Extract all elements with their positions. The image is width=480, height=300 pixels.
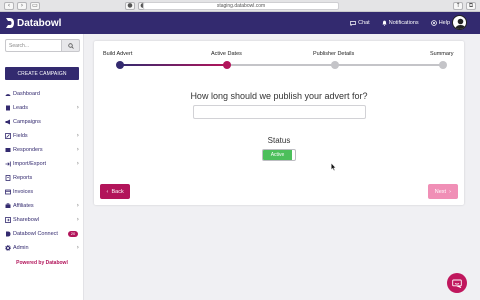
tabs-icon[interactable]: ⧉	[466, 2, 476, 10]
search-button[interactable]	[62, 39, 80, 52]
status-toggle-label: Active	[263, 150, 292, 160]
step-dot-build-advert[interactable]	[116, 61, 124, 69]
support-chat-button[interactable]	[447, 273, 467, 293]
sidebar-item-responders[interactable]: Responders ›	[0, 143, 84, 157]
campaigns-icon	[5, 119, 11, 125]
help-label: Help	[438, 20, 450, 26]
responders-icon	[5, 147, 11, 153]
chevron-right-icon: ›	[76, 244, 79, 251]
sidebar-item-sharebowl[interactable]: Sharebowl ›	[0, 213, 84, 227]
avatar[interactable]	[452, 15, 467, 30]
fields-icon	[5, 133, 11, 139]
powered-by-link[interactable]: Powered by Databowl	[0, 260, 84, 266]
sidebar-search	[5, 39, 80, 52]
search-icon	[67, 42, 74, 49]
notifications-link[interactable]: Notifications	[382, 20, 419, 26]
chevron-right-icon: ›	[449, 188, 452, 195]
advert-wizard-card: Build Advert Active Dates Publisher Deta…	[94, 41, 464, 205]
top-bar: Databowl Chat Notifications Help	[0, 12, 480, 34]
step-label-build-advert[interactable]: Build Advert	[103, 51, 132, 57]
help-icon	[430, 20, 437, 26]
sidebar-item-admin[interactable]: Admin ›	[0, 241, 84, 255]
chevron-right-icon: ›	[76, 146, 79, 153]
chevron-right-icon: ›	[76, 160, 79, 167]
mouse-cursor-icon	[331, 163, 336, 171]
sidebar-item-label: Responders	[13, 147, 43, 153]
back-nav-icon[interactable]: ‹	[4, 1, 14, 10]
sidebar-item-label: Databowl Connect	[13, 231, 58, 237]
back-button[interactable]: ‹ Back	[100, 184, 130, 199]
browser-toolbar: ‹ › ▭ ● ◐ staging.databowl.com ↑ ⧉	[0, 0, 480, 12]
brand-logo[interactable]: Databowl	[6, 18, 61, 29]
sidebar-item-label: Affiliates	[13, 203, 34, 209]
sidebar-item-label: Invoices	[13, 189, 34, 195]
chevron-right-icon: ›	[76, 132, 79, 139]
status-label: Status	[267, 136, 291, 145]
sidebar-item-databowl-connect[interactable]: Databowl Connect 20	[0, 227, 84, 241]
sidebar-nav: Dashboard Leads › Campaigns Fields › Res…	[0, 87, 84, 255]
chat-icon	[350, 20, 356, 26]
chevron-left-icon: ‹	[106, 188, 109, 195]
reports-icon	[5, 175, 11, 181]
logo-icon	[6, 18, 14, 28]
connect-icon	[5, 231, 11, 237]
sidebar-item-label: Leads	[13, 105, 28, 111]
sidebar: CREATE CAMPAIGN Dashboard Leads › Campai…	[0, 34, 84, 300]
create-campaign-button[interactable]: CREATE CAMPAIGN	[5, 67, 79, 80]
admin-icon	[5, 245, 11, 251]
step-label-active-dates[interactable]: Active Dates	[211, 51, 242, 57]
leads-icon	[5, 105, 11, 111]
step-label-publisher-details[interactable]: Publisher Details	[313, 51, 354, 57]
sharebowl-icon	[5, 217, 11, 223]
sidebar-toggle-icon[interactable]: ▭	[30, 1, 40, 10]
progress-track-complete	[120, 64, 227, 66]
bell-icon	[382, 20, 387, 26]
sidebar-item-label: Sharebowl	[13, 217, 39, 223]
sidebar-item-label: Import/Export	[13, 161, 47, 167]
affiliates-icon	[5, 203, 11, 209]
step-dot-publisher-details[interactable]	[331, 61, 339, 69]
chat-link[interactable]: Chat	[350, 20, 370, 26]
sidebar-item-affiliates[interactable]: Affiliates ›	[0, 199, 84, 213]
next-button[interactable]: Next ›	[428, 184, 458, 199]
step-label-summary[interactable]: Summary	[430, 51, 454, 57]
forward-nav-icon[interactable]: ›	[17, 1, 27, 10]
sidebar-item-reports[interactable]: Reports	[0, 171, 84, 185]
sidebar-item-label: Campaigns	[13, 119, 41, 125]
chevron-right-icon: ›	[76, 202, 79, 209]
notifications-label: Notifications	[388, 20, 419, 26]
share-icon[interactable]: ↑	[453, 2, 463, 10]
user-avatar-icon	[455, 18, 466, 29]
url-bar[interactable]: staging.databowl.com	[143, 2, 339, 10]
step-dot-summary[interactable]	[439, 61, 447, 69]
search-input[interactable]	[5, 39, 62, 52]
count-badge: 20	[68, 231, 78, 237]
status-toggle[interactable]: Active	[262, 149, 296, 161]
help-link[interactable]: Help	[430, 20, 450, 26]
import-export-icon	[5, 161, 11, 167]
dashboard-icon	[5, 91, 11, 97]
sidebar-item-label: Admin	[13, 245, 29, 251]
publish-duration-input[interactable]	[193, 105, 366, 119]
sidebar-item-leads[interactable]: Leads ›	[0, 101, 84, 115]
back-button-label: Back	[111, 188, 124, 195]
sidebar-item-invoices[interactable]: Invoices	[0, 185, 84, 199]
sidebar-item-import-export[interactable]: Import/Export ›	[0, 157, 84, 171]
chat-label: Chat	[358, 20, 370, 26]
question-heading: How long should we publish your advert f…	[190, 91, 368, 101]
chevron-right-icon: ›	[76, 104, 79, 111]
brand-name: Databowl	[17, 17, 62, 29]
step-dot-active-dates[interactable]	[223, 61, 231, 69]
chat-bubble-icon	[452, 279, 462, 288]
sidebar-item-dashboard[interactable]: Dashboard	[0, 87, 84, 101]
sidebar-item-label: Fields	[13, 133, 28, 139]
chevron-right-icon: ›	[76, 216, 79, 223]
sidebar-item-campaigns[interactable]: Campaigns	[0, 115, 84, 129]
next-button-label: Next	[434, 188, 447, 195]
sidebar-item-label: Dashboard	[13, 91, 40, 97]
privacy-icon[interactable]: ●	[125, 1, 135, 10]
invoices-icon	[5, 189, 11, 195]
sidebar-item-fields[interactable]: Fields ›	[0, 129, 84, 143]
sidebar-item-label: Reports	[13, 175, 33, 181]
